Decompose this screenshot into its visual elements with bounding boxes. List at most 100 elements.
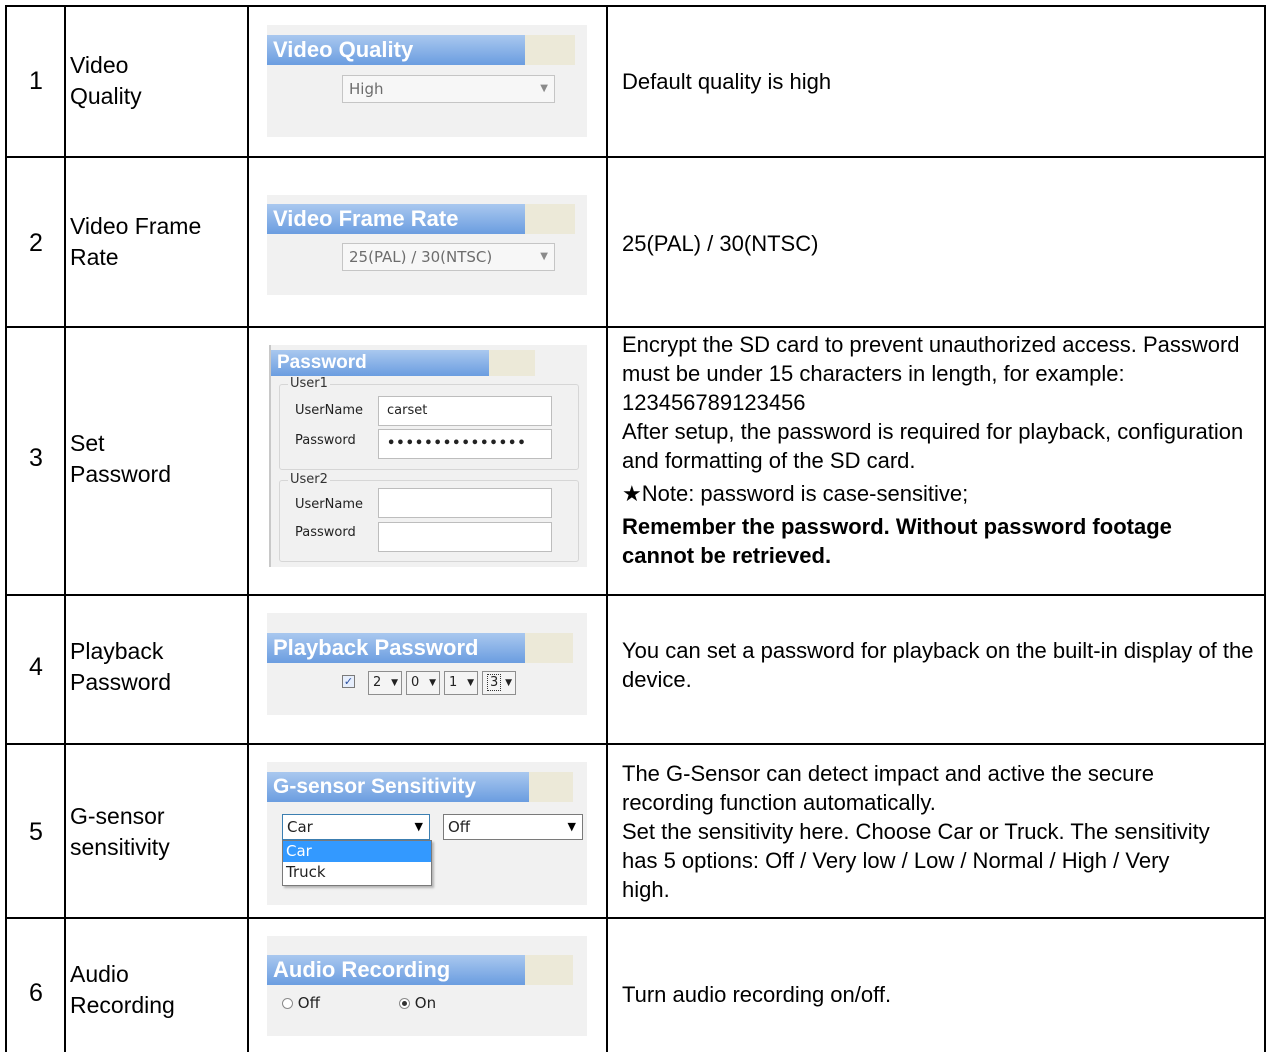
description-text: Encrypt the SD card to prevent unauthori… — [622, 332, 1240, 415]
column-divider — [64, 5, 66, 1052]
feature-name-line: Audio — [70, 961, 129, 987]
description: 25(PAL) / 30(NTSC) — [622, 229, 1262, 258]
radio-on[interactable] — [399, 998, 410, 1009]
description-note: ★Note: password is case-sensitive; — [622, 481, 969, 506]
feature-name-line: Set — [70, 430, 105, 456]
row-divider — [5, 743, 1266, 745]
description: Default quality is high — [622, 67, 1262, 96]
digit-value: 2 — [373, 675, 382, 690]
description-text: You can set a password for playback on t… — [622, 638, 1254, 692]
row-divider — [5, 917, 1266, 919]
digit-select-4[interactable]: 3 ▼ — [482, 671, 516, 695]
password-label: Password — [295, 525, 356, 540]
select-value: Car — [287, 818, 313, 836]
enable-checkbox[interactable]: ✓ — [342, 675, 355, 688]
column-divider — [5, 5, 7, 1052]
panel-title-tail — [529, 772, 573, 802]
password-label: Password — [295, 433, 356, 448]
select-value: High — [349, 80, 384, 98]
description-text: Turn audio recording on/off. — [622, 982, 892, 1007]
row-number: 5 — [29, 818, 43, 846]
option-label: On — [414, 994, 437, 1012]
chevron-down-icon: ▼ — [505, 678, 512, 688]
chevron-down-icon: ▼ — [391, 678, 398, 688]
chevron-down-icon: ▼ — [467, 678, 474, 688]
radio-off[interactable] — [282, 998, 293, 1009]
description-text: Default quality is high — [622, 69, 832, 94]
select-value: Off — [448, 818, 471, 836]
option-label: Off — [297, 994, 320, 1012]
row-number: 4 — [29, 653, 43, 681]
user2-password-input[interactable] — [378, 522, 552, 552]
table-border-top — [5, 5, 1266, 7]
digit-select-1[interactable]: 2 ▼ — [368, 671, 402, 695]
panel-title: Video Frame Rate — [267, 204, 525, 234]
description: You can set a password for playback on t… — [622, 636, 1262, 694]
feature-name: G-sensor sensitivity — [70, 801, 245, 863]
panel-title-tail — [489, 350, 535, 376]
chevron-down-icon: ▼ — [540, 251, 548, 262]
digit-select-2[interactable]: 0 ▼ — [406, 671, 440, 695]
vehicle-type-dropdown-list: Car Truck — [282, 840, 432, 886]
password-panel: Password User1 UserName carset Password … — [269, 345, 587, 567]
feature-name-line: G-sensor — [70, 803, 165, 829]
playback-password-controls: ✓ 2 ▼ 0 ▼ 1 ▼ 3 ▼ — [342, 671, 582, 697]
panel-title: Password — [271, 350, 489, 376]
user1-username-input[interactable]: carset — [378, 396, 552, 426]
panel-title-tail — [525, 955, 573, 985]
description-text: 25(PAL) / 30(NTSC) — [622, 231, 819, 256]
feature-name: Video Quality — [70, 50, 245, 112]
user1-password-input[interactable]: ••••••••••••••• — [378, 429, 552, 459]
feature-name-line: Password — [70, 669, 171, 695]
row-number: 1 — [29, 67, 43, 95]
chevron-down-icon: ▼ — [540, 83, 548, 94]
video-quality-select[interactable]: High ▼ — [342, 75, 555, 103]
username-label: UserName — [295, 497, 363, 512]
dropdown-option-truck[interactable]: Truck — [283, 862, 431, 883]
row-divider — [5, 156, 1266, 158]
dropdown-option-car[interactable]: Car — [283, 841, 431, 862]
sensitivity-select[interactable]: Off ▼ — [443, 814, 583, 840]
vehicle-type-select[interactable]: Car ▼ — [282, 814, 430, 840]
user2-label: User2 — [288, 472, 330, 487]
username-label: UserName — [295, 403, 363, 418]
row-number: 3 — [29, 444, 43, 472]
select-value: 25(PAL) / 30(NTSC) — [349, 248, 493, 266]
feature-name: Set Password — [70, 428, 245, 490]
audio-off-option[interactable]: Off — [282, 994, 320, 1012]
video-frame-rate-panel: Video Frame Rate 25(PAL) / 30(NTSC) ▼ — [267, 195, 587, 295]
feature-name: Playback Password — [70, 636, 245, 698]
description-text: The G-Sensor can detect impact and activ… — [622, 761, 1154, 815]
panel-title-tail — [525, 204, 575, 234]
digit-value: 3 — [487, 674, 502, 691]
frame-rate-select[interactable]: 25(PAL) / 30(NTSC) ▼ — [342, 243, 555, 271]
description: The G-Sensor can detect impact and activ… — [622, 759, 1262, 904]
video-quality-panel: Video Quality High ▼ — [267, 25, 587, 137]
user2-username-input[interactable] — [378, 488, 552, 518]
feature-name-line: Rate — [70, 244, 119, 270]
chevron-down-icon: ▼ — [429, 678, 436, 688]
feature-name-line: Recording — [70, 992, 175, 1018]
panel-title: Playback Password — [267, 633, 525, 663]
description-text: Set the sensitivity here. Choose Car or … — [622, 819, 1210, 902]
column-divider — [247, 5, 249, 1052]
audio-on-option[interactable]: On — [399, 994, 436, 1012]
user1-label: User1 — [288, 376, 330, 391]
column-divider — [606, 5, 608, 1052]
description-text: After setup, the password is required fo… — [622, 419, 1244, 473]
feature-name-line: Video Frame — [70, 213, 202, 239]
panel-title: Audio Recording — [267, 955, 525, 985]
description: Turn audio recording on/off. — [622, 980, 1262, 1009]
panel-title-tail — [525, 633, 573, 663]
panel-title-tail — [525, 35, 575, 65]
g-sensor-panel: G-sensor Sensitivity Car ▼ Off ▼ Car Tru… — [267, 762, 587, 905]
feature-name-line: sensitivity — [70, 834, 170, 860]
feature-name-line: Quality — [70, 83, 142, 109]
digit-select-3[interactable]: 1 ▼ — [444, 671, 478, 695]
row-number: 2 — [29, 229, 43, 257]
feature-name-line: Password — [70, 461, 171, 487]
feature-name: Video Frame Rate — [70, 211, 245, 273]
row-number: 6 — [29, 979, 43, 1007]
digit-value: 1 — [449, 675, 458, 690]
chevron-down-icon: ▼ — [567, 820, 576, 833]
